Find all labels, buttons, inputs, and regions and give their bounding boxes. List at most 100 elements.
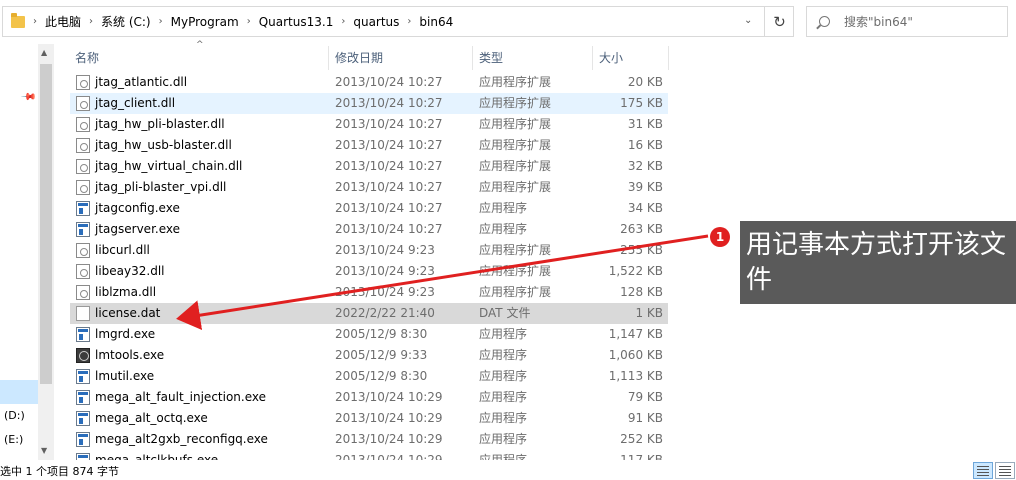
file-row[interactable]: lmtools.exe 2005/12/9 9:33 应用程序 1,060 KB: [70, 345, 668, 366]
file-row[interactable]: jtag_atlantic.dll 2013/10/24 10:27 应用程序扩展 2…: [70, 72, 668, 93]
scroll-down-icon[interactable]: ▼: [41, 446, 47, 455]
dll-icon: [76, 180, 90, 195]
nav-scrollbar-thumb[interactable]: [40, 64, 52, 384]
chevron-right-icon[interactable]: ›: [407, 16, 411, 27]
file-type: 应用程序扩展: [479, 264, 552, 278]
breadcrumb-this-pc[interactable]: 此电脑: [45, 13, 81, 30]
file-type: 应用程序扩展: [479, 96, 552, 110]
large-icons-view-button[interactable]: [995, 462, 1015, 479]
details-view-button[interactable]: [973, 462, 993, 479]
file-type: 应用程序扩展: [479, 117, 552, 131]
search-icon: [819, 16, 830, 27]
file-row[interactable]: jtag_hw_pli-blaster.dll 2013/10/24 10:27 应…: [70, 114, 668, 135]
breadcrumb-quartus[interactable]: quartus: [353, 15, 399, 29]
file-size: 16 KB: [627, 138, 663, 152]
file-size: 1,147 KB: [608, 327, 663, 341]
file-date: 2022/2/22 21:40: [335, 306, 435, 320]
column-type[interactable]: 类型: [474, 44, 503, 72]
file-date: 2013/10/24 10:27: [335, 201, 443, 215]
column-date[interactable]: 修改日期: [330, 44, 383, 72]
file-row[interactable]: lmutil.exe 2005/12/9 8:30 应用程序 1,113 KB: [70, 366, 668, 387]
chevron-right-icon[interactable]: ›: [89, 16, 93, 27]
nav-drive-d[interactable]: (D:): [4, 409, 25, 422]
chevron-right-icon[interactable]: ›: [341, 16, 345, 27]
exe-icon: [76, 411, 90, 426]
breadcrumb-system-c[interactable]: 系统 (C:): [101, 13, 151, 30]
file-name: libcurl.dll: [95, 243, 150, 257]
breadcrumb-quartus13[interactable]: Quartus13.1: [259, 15, 334, 29]
file-type: DAT 文件: [479, 306, 531, 320]
file-type: 应用程序: [479, 201, 528, 215]
file-row[interactable]: libcurl.dll 2013/10/24 9:23 应用程序扩展 255 KB: [70, 240, 668, 261]
refresh-button[interactable]: ↻: [764, 6, 794, 37]
file-size: 34 KB: [627, 201, 663, 215]
file-type: 应用程序: [479, 327, 528, 341]
column-divider[interactable]: [668, 46, 669, 70]
search-input[interactable]: 搜索"bin64": [806, 6, 1008, 37]
dll-icon: [76, 117, 90, 132]
file-row[interactable]: jtag_pli-blaster_vpi.dll 2013/10/24 10:27…: [70, 177, 668, 198]
dll-icon: [76, 243, 90, 258]
file-row[interactable]: liblzma.dll 2013/10/24 9:23 应用程序扩展 128 KB: [70, 282, 668, 303]
file-name: jtagserver.exe: [95, 222, 180, 236]
breadcrumb-bin64[interactable]: bin64: [419, 15, 453, 29]
file-name: mega_alt2gxb_reconfigq.exe: [95, 432, 268, 446]
file-date: 2013/10/24 10:29: [335, 390, 443, 404]
file-name: lmtools.exe: [95, 348, 165, 362]
file-type: 应用程序扩展: [479, 75, 552, 89]
file-date: 2005/12/9 8:30: [335, 327, 428, 341]
dll-icon: [76, 138, 90, 153]
column-name[interactable]: 名称: [70, 44, 99, 72]
file-type: 应用程序扩展: [479, 138, 552, 152]
column-divider[interactable]: [592, 46, 593, 70]
file-name: liblzma.dll: [95, 285, 157, 299]
file-size: 1 KB: [635, 306, 663, 320]
file-row[interactable]: license.dat 2022/2/22 21:40 DAT 文件 1 KB: [70, 303, 668, 324]
file-row[interactable]: libeay32.dll 2013/10/24 9:23 应用程序扩展 1,522 K…: [70, 261, 668, 282]
nav-drive-e[interactable]: (E:): [4, 433, 23, 446]
file-row[interactable]: mega_alt_fault_injection.exe 2013/10/24 1…: [70, 387, 668, 408]
refresh-icon: ↻: [773, 12, 786, 31]
file-row[interactable]: jtag_client.dll 2013/10/24 10:27 应用程序扩展 175…: [70, 93, 668, 114]
chevron-right-icon[interactable]: ›: [159, 16, 163, 27]
exe-icon: [76, 327, 90, 342]
file-row[interactable]: jtagconfig.exe 2013/10/24 10:27 应用程序 34 KB: [70, 198, 668, 219]
file-date: 2013/10/24 10:27: [335, 117, 443, 131]
nav-selected-item[interactable]: [0, 380, 38, 404]
dll-icon: [76, 159, 90, 174]
file-size: 20 KB: [627, 75, 663, 89]
file-name: lmutil.exe: [95, 369, 155, 383]
chevron-right-icon[interactable]: ›: [247, 16, 251, 27]
file-row[interactable]: jtag_hw_virtual_chain.dll 2013/10/24 10:2…: [70, 156, 668, 177]
file-type: 应用程序: [479, 411, 528, 425]
file-size: 255 KB: [620, 243, 663, 257]
file-row[interactable]: jtagserver.exe 2013/10/24 10:27 应用程序 263 KB: [70, 219, 668, 240]
scroll-up-icon[interactable]: ▲: [41, 48, 47, 57]
file-row[interactable]: mega_alt_octq.exe 2013/10/24 10:29 应用程序 91 …: [70, 408, 668, 429]
address-bar-row: › 此电脑 › 系统 (C:) › MyProgram › Quartus13.…: [0, 0, 1016, 44]
file-row[interactable]: mega_alt2gxb_reconfigq.exe 2013/10/24 10:…: [70, 429, 668, 450]
file-name: jtag_hw_pli-blaster.dll: [95, 117, 225, 131]
file-size: 79 KB: [627, 390, 663, 404]
column-size[interactable]: 大小: [594, 44, 623, 72]
file-row[interactable]: lmgrd.exe 2005/12/9 8:30 应用程序 1,147 KB: [70, 324, 668, 345]
file-row[interactable]: jtag_hw_usb-blaster.dll 2013/10/24 10:27 应…: [70, 135, 668, 156]
address-bar[interactable]: › 此电脑 › 系统 (C:) › MyProgram › Quartus13.…: [2, 6, 794, 37]
column-divider[interactable]: [472, 46, 473, 70]
file-size: 1,522 KB: [608, 264, 663, 278]
file-type: 应用程序扩展: [479, 180, 552, 194]
file-name: libeay32.dll: [95, 264, 165, 278]
file-name: jtagconfig.exe: [95, 201, 180, 215]
folder-icon: [11, 12, 25, 28]
file-size: 1,113 KB: [608, 369, 663, 383]
file-list[interactable]: jtag_atlantic.dll 2013/10/24 10:27 应用程序扩展 2…: [70, 72, 670, 462]
file-date: 2013/10/24 10:27: [335, 180, 443, 194]
chevron-right-icon[interactable]: ›: [33, 16, 37, 27]
status-bar: 选中 1 个项目 874 字节: [0, 460, 1016, 480]
file-name: jtag_pli-blaster_vpi.dll: [95, 180, 227, 194]
file-date: 2013/10/24 9:23: [335, 243, 435, 257]
file-size: 32 KB: [627, 159, 663, 173]
file-type: 应用程序扩展: [479, 285, 552, 299]
column-divider[interactable]: [328, 46, 329, 70]
breadcrumb-myprogram[interactable]: MyProgram: [171, 15, 239, 29]
